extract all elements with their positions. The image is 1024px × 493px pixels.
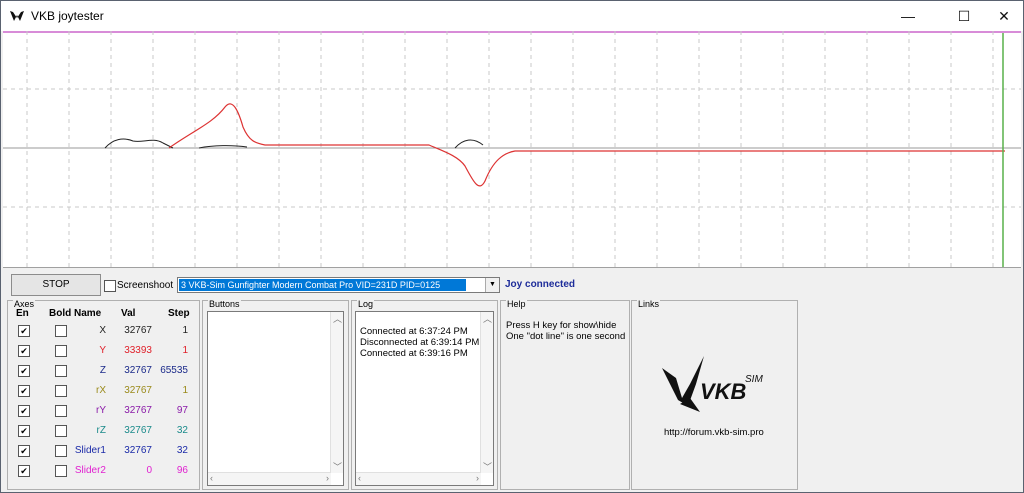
vkb-sim-logo[interactable]: VKB SIM [660,354,770,414]
help-line: Press H key for show\hide [506,320,617,331]
log-line: Connected at 6:37:24 PM [360,326,468,337]
axis-enable-checkbox[interactable] [18,465,30,477]
help-group: Help Press H key for show\hide One "dot … [500,299,630,490]
axis-step: 32 [176,445,188,456]
buttons-group-title: Buttons [208,299,241,309]
axis-value: 32767 [124,445,152,456]
axis-enable-checkbox[interactable] [18,345,30,357]
log-group-title: Log [357,299,375,309]
axis-value: 32767 [124,385,152,396]
header-bold: Bold [49,308,72,319]
connection-status: Joy connected [505,279,576,290]
axis-step: 32 [176,425,188,436]
axis-name: rZ [96,425,106,436]
axis-enable-checkbox[interactable] [18,365,30,377]
graph-grid [3,31,1021,267]
header-en: En [16,308,29,319]
title-bar: VKB joytester — ☐ ✕ [1,1,1023,31]
minimize-button[interactable]: — [885,1,931,31]
axis-step: 1 [182,385,188,396]
scroll-down-icon[interactable]: ﹀ [483,460,492,473]
device-selected-text: 3 VKB-Sim Gunfighter Modern Combat Pro V… [179,279,467,291]
log-hscroll[interactable]: ‹ › [356,472,481,485]
axis-value: 33393 [124,345,152,356]
axis-value: 32767 [124,365,152,376]
chevron-down-icon[interactable]: ▼ [485,278,499,292]
logo-sub: SIM [745,374,763,385]
axis-step: 1 [182,325,188,336]
window-title: VKB joytester [31,9,104,23]
screenshot-checkbox[interactable] [104,280,116,292]
app-window: VKB joytester — ☐ ✕ STOP Screenshoot 3 V… [0,0,1024,493]
vkb-app-icon [9,9,25,23]
axis-name: X [99,325,106,336]
scroll-left-icon[interactable]: ‹ [210,473,213,483]
series-black-trace [104,138,484,149]
control-panel: STOP Screenshoot 3 VKB-Sim Gunfighter Mo… [4,269,1020,491]
series-red-trace [168,103,1005,187]
close-button[interactable]: ✕ [981,1,1024,31]
axis-value: 32767 [124,325,152,336]
axis-enable-checkbox[interactable] [18,385,30,397]
links-group: Links VKB SIM http://forum.vkb-sim.pro [631,299,798,490]
stop-button[interactable]: STOP [11,274,101,296]
scroll-left-icon[interactable]: ‹ [358,473,361,483]
axis-value: 32767 [124,405,152,416]
axis-name: Slider1 [74,445,106,456]
axes-group: Axes En Bold Name Val Step X327671Y33393… [7,299,200,490]
scroll-up-icon[interactable]: ︿ [333,312,342,325]
help-group-title: Help [506,299,527,309]
header-val: Val [121,308,136,319]
axis-graph [3,31,1021,268]
axis-value: 0 [146,465,152,476]
graph-canvas [3,31,1021,267]
axis-enable-checkbox[interactable] [18,325,30,337]
scroll-right-icon[interactable]: › [326,473,329,483]
axis-name: Slider2 [74,465,106,476]
axis-enable-checkbox[interactable] [18,405,30,417]
axis-enable-checkbox[interactable] [18,445,30,457]
axis-name: Y [99,345,106,356]
buttons-hscroll[interactable]: ‹ › [208,472,331,485]
logo-text: VKB [700,379,747,404]
links-group-title: Links [637,299,661,309]
header-step: Step [168,308,190,319]
buttons-group: Buttons ︿ ﹀ ‹ › [202,299,349,490]
axis-name: rY [96,405,106,416]
axis-step: 96 [176,465,188,476]
axis-step: 65535 [160,365,188,376]
scroll-down-icon[interactable]: ﹀ [333,460,342,473]
screenshot-label: Screenshoot [117,280,174,291]
axis-name: Z [99,365,106,376]
buttons-vscroll[interactable]: ︿ ﹀ [330,312,343,473]
axis-value: 32767 [124,425,152,436]
log-line: Connected at 6:39:16 PM [360,348,468,359]
forum-link[interactable]: http://forum.vkb-sim.pro [664,427,764,438]
header-name: Name [74,308,102,319]
device-select[interactable]: 3 VKB-Sim Gunfighter Modern Combat Pro V… [177,277,500,293]
scroll-right-icon[interactable]: › [476,473,479,483]
axis-step: 97 [176,405,188,416]
axis-name: rX [96,385,106,396]
log-group: Log Connected at 6:37:24 PM Disconnected… [351,299,498,490]
help-line: One "dot line" is one second [506,331,626,342]
log-line: Disconnected at 6:39:14 PM [360,337,480,348]
axis-step: 1 [182,345,188,356]
log-vscroll[interactable]: ︿ ﹀ [480,312,493,473]
buttons-list[interactable]: ︿ ﹀ ‹ › [207,311,344,486]
scroll-up-icon[interactable]: ︿ [483,312,492,325]
axis-enable-checkbox[interactable] [18,425,30,437]
log-list[interactable]: Connected at 6:37:24 PM Disconnected at … [355,311,494,486]
